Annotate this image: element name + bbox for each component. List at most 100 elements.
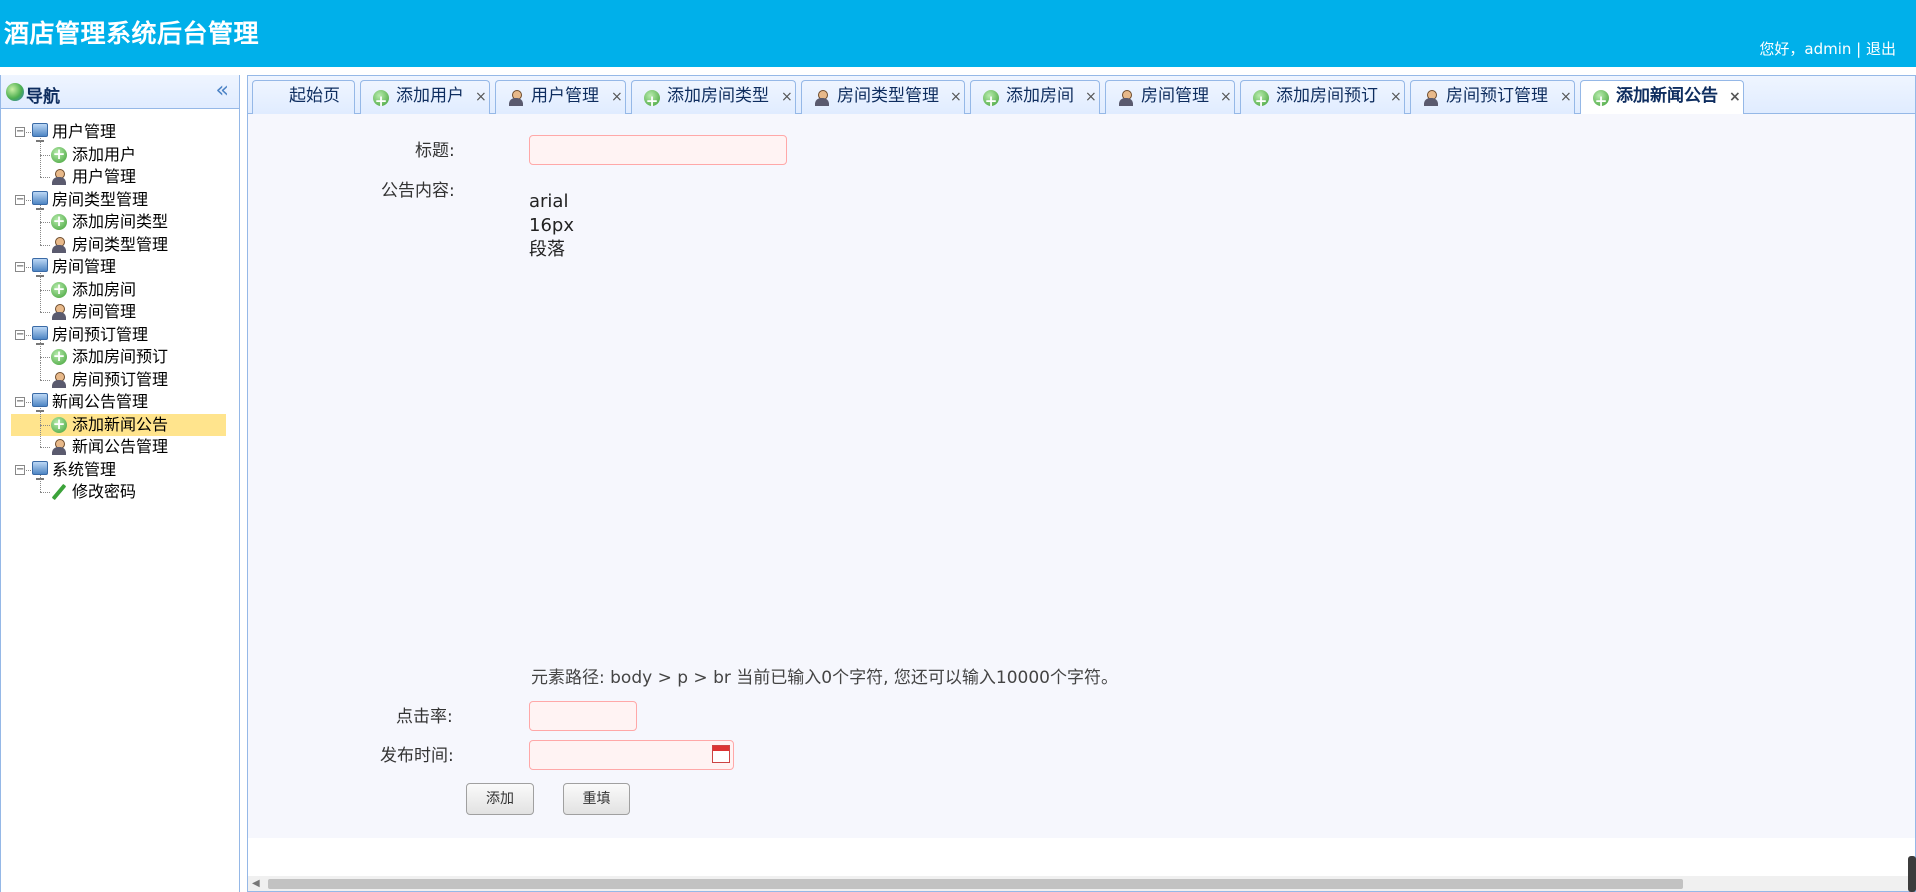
close-tab-icon[interactable]: × xyxy=(950,82,962,113)
tree-item-label: 用户管理 xyxy=(72,167,137,186)
news-form: 标题: 公告内容: arial 16px 段落 元素路径: body > p >… xyxy=(248,114,1915,838)
add-icon xyxy=(51,413,67,435)
tree-group-label: 房间类型管理 xyxy=(52,189,149,209)
tree-item-label: 房间预订管理 xyxy=(72,369,169,389)
tree-group-label: 房间预订管理 xyxy=(52,324,149,344)
tree-item[interactable]: 用户管理 xyxy=(1,160,241,189)
tab[interactable]: 房间类型管理 × xyxy=(801,80,965,114)
computer-icon xyxy=(32,123,48,142)
collapse-toggle-icon[interactable]: − xyxy=(15,464,25,475)
user-icon xyxy=(1118,90,1134,106)
clicks-input[interactable] xyxy=(529,701,637,731)
editor-font-family: arial xyxy=(529,191,569,212)
scroll-left-icon[interactable]: ◀ xyxy=(252,878,260,889)
editor-paragraph: 段落 xyxy=(529,239,565,260)
tree-item-label: 房间管理 xyxy=(72,302,137,321)
clicks-label: 点击率: xyxy=(396,707,453,727)
tree-item-label: 修改密码 xyxy=(72,482,137,501)
tree-group[interactable]: − 房间预订管理 xyxy=(1,324,241,347)
app-title: 酒店管理系统后台管理 xyxy=(4,19,260,48)
tab-label: 用户管理 xyxy=(531,86,599,106)
tab[interactable]: 房间预订管理 × xyxy=(1410,80,1575,114)
tree-item[interactable]: 添加房间类型 xyxy=(1,205,241,234)
tab-label: 添加用户 xyxy=(396,86,464,106)
close-tab-icon[interactable]: × xyxy=(781,82,793,113)
tree-group[interactable]: − 系统管理 xyxy=(1,459,241,482)
separator: | xyxy=(1851,40,1866,58)
tree-item[interactable]: 房间预订管理 xyxy=(1,362,241,392)
tree-group[interactable]: − 用户管理 xyxy=(1,121,241,144)
tab-bar: 起始页添加用户×用户管理×添加房间类型×房间类型管理×添加房间×房间管理×添加房… xyxy=(248,76,1915,117)
tree-item-label: 添加用户 xyxy=(72,144,137,164)
main-panel: 起始页添加用户×用户管理×添加房间类型×房间类型管理×添加房间×房间管理×添加房… xyxy=(247,75,1916,892)
add-icon xyxy=(1593,86,1609,117)
tab[interactable]: 用户管理 × xyxy=(495,80,626,114)
tree-group[interactable]: − 房间类型管理 xyxy=(1,189,241,212)
user-icon xyxy=(1423,90,1439,106)
rich-text-editor[interactable]: arial 16px 段落 xyxy=(529,190,574,262)
collapse-toggle-icon[interactable]: − xyxy=(15,127,25,137)
computer-icon xyxy=(32,190,48,210)
tree-item-label: 房间类型管理 xyxy=(72,234,169,254)
submit-button[interactable]: 添加 xyxy=(466,783,534,815)
add-icon xyxy=(51,278,67,300)
close-tab-icon[interactable]: × xyxy=(1729,82,1741,113)
tab[interactable]: 添加房间类型 × xyxy=(631,80,796,117)
add-icon xyxy=(983,86,999,117)
tab-label: 房间预订管理 xyxy=(1446,86,1548,106)
add-icon xyxy=(644,86,660,117)
add-icon xyxy=(373,86,389,117)
tab[interactable]: 添加新闻公告 × xyxy=(1580,80,1744,117)
collapse-toggle-icon[interactable]: − xyxy=(15,262,25,272)
tree-item[interactable]: 添加房间 xyxy=(1,272,241,302)
add-icon xyxy=(51,143,67,165)
add-icon xyxy=(51,345,67,367)
title-input[interactable] xyxy=(529,135,787,165)
close-tab-icon[interactable]: × xyxy=(611,82,623,113)
horizontal-scrollbar[interactable]: ◀ xyxy=(248,876,1915,891)
user-icon xyxy=(814,90,830,106)
editor-status-bar: 元素路径: body > p > br 当前已输入0个字符, 您还可以输入100… xyxy=(531,668,1118,688)
close-tab-icon[interactable]: × xyxy=(1220,82,1232,113)
tree-item[interactable]: 添加房间预订 xyxy=(1,340,241,369)
tab[interactable]: 添加房间 × xyxy=(970,80,1100,117)
collapse-toggle-icon[interactable]: − xyxy=(15,397,25,407)
collapse-toggle-icon[interactable]: − xyxy=(15,194,25,205)
tab-label: 房间类型管理 xyxy=(837,86,939,106)
tree-item[interactable]: 修改密码 xyxy=(1,475,241,504)
close-tab-icon[interactable]: × xyxy=(1085,82,1097,113)
scrollbar-thumb[interactable] xyxy=(268,879,1683,889)
user-icon xyxy=(51,169,67,185)
tree-group[interactable]: − 房间管理 xyxy=(1,256,241,279)
tab[interactable]: 添加房间预订 × xyxy=(1240,80,1405,117)
tree-group[interactable]: − 新闻公告管理 xyxy=(1,391,241,414)
logout-link[interactable]: 退出 xyxy=(1866,40,1896,58)
tree-item[interactable]: 添加新闻公告 xyxy=(1,407,241,437)
reset-button[interactable]: 重填 xyxy=(563,783,630,815)
calendar-icon[interactable] xyxy=(712,745,730,763)
tab[interactable]: 起始页 xyxy=(252,80,355,114)
editor-font-size: 16px xyxy=(529,215,574,236)
tab[interactable]: 房间管理 × xyxy=(1105,80,1235,114)
tab[interactable]: 添加用户 × xyxy=(360,80,490,117)
tab-label: 房间管理 xyxy=(1141,86,1209,106)
date-input[interactable] xyxy=(529,740,734,770)
tree-item-label: 新闻公告管理 xyxy=(72,437,169,456)
tab-label: 添加房间 xyxy=(1006,86,1074,106)
close-tab-icon[interactable]: × xyxy=(1560,82,1572,113)
collapse-toggle-icon[interactable]: − xyxy=(15,329,25,340)
tree-item[interactable]: 房间管理 xyxy=(1,295,241,324)
tree-item[interactable]: 新闻公告管理 xyxy=(1,430,241,459)
close-tab-icon[interactable]: × xyxy=(475,82,487,113)
nav-panel: 导航 « −用户管理添加用户用户管理−房间类型管理添加房间类型房间类型管理−房间… xyxy=(0,75,240,892)
tree-item[interactable]: 添加用户 xyxy=(1,137,241,167)
collapse-panel-button[interactable]: « xyxy=(216,78,229,103)
pencil-icon xyxy=(51,484,67,500)
tree-item[interactable]: 房间类型管理 xyxy=(1,227,241,257)
tree-group-label: 系统管理 xyxy=(52,459,117,479)
title-label: 标题: xyxy=(415,141,455,161)
add-icon xyxy=(51,210,67,232)
vertical-scrollbar-thumb[interactable] xyxy=(1908,856,1916,892)
close-tab-icon[interactable]: × xyxy=(1390,82,1402,113)
tab-label: 起始页 xyxy=(289,86,340,106)
